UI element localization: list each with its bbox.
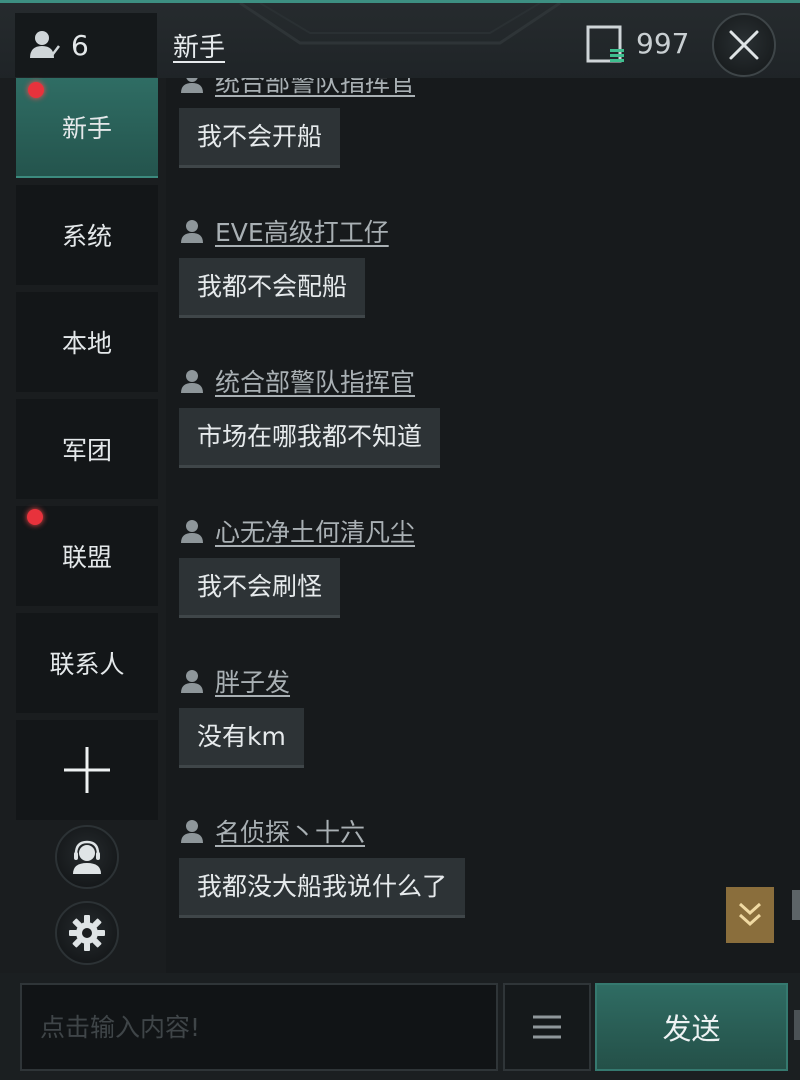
tab-newbie[interactable]: 新手 bbox=[16, 78, 158, 178]
message-bubble: 市场在哪我都不知道 bbox=[179, 408, 441, 468]
message-sender: 统合部警队指挥官 bbox=[179, 364, 440, 398]
chat-window: 6 新手 997 新手 系统 本地 军团 联盟 联系人 统合部警队指挥官 我不会… bbox=[0, 0, 800, 1080]
message-sender: 心无净土何清凡尘 bbox=[179, 514, 415, 548]
window-edge-handle bbox=[794, 1010, 800, 1040]
close-icon bbox=[729, 30, 759, 60]
sender-name[interactable]: 名侦探丶十六 bbox=[215, 813, 365, 849]
notification-dot bbox=[27, 509, 43, 525]
scroll-to-bottom-button[interactable] bbox=[726, 887, 774, 943]
quick-menu-button[interactable] bbox=[503, 983, 591, 1071]
channel-title: 新手 bbox=[173, 33, 226, 63]
add-channel-button[interactable] bbox=[16, 720, 158, 820]
tab-label: 联系人 bbox=[49, 650, 125, 679]
message-sender: 统合部警队指挥官 bbox=[179, 78, 415, 98]
chat-message: 统合部警队指挥官 我不会开船 bbox=[179, 78, 415, 168]
credit-icon bbox=[586, 25, 624, 63]
chat-message: 胖子发 没有km bbox=[179, 664, 304, 768]
chat-header: 6 新手 997 bbox=[0, 0, 800, 78]
double-chevron-down-icon bbox=[738, 902, 762, 927]
sender-name[interactable]: 统合部警队指挥官 bbox=[215, 78, 415, 99]
tab-label: 新手 bbox=[61, 114, 112, 143]
sender-name[interactable]: EVE高级打工仔 bbox=[215, 213, 389, 249]
input-bar: 发送 bbox=[0, 973, 800, 1080]
notification-dot bbox=[28, 82, 44, 98]
chat-message: 统合部警队指挥官 市场在哪我都不知道 bbox=[179, 364, 441, 468]
tab-corporation[interactable]: 军团 bbox=[16, 399, 158, 499]
send-label: 发送 bbox=[662, 1012, 721, 1046]
support-button[interactable] bbox=[55, 825, 119, 889]
user-icon bbox=[181, 820, 203, 843]
channel-sidebar: 新手 系统 本地 军团 联盟 联系人 bbox=[0, 78, 166, 973]
message-bubble: 我不会刷怪 bbox=[179, 558, 341, 618]
plus-icon bbox=[64, 747, 110, 793]
online-count: 6 bbox=[71, 28, 89, 62]
user-icon bbox=[181, 220, 203, 243]
menu-icon bbox=[533, 1015, 561, 1039]
headset-icon bbox=[73, 840, 101, 874]
tab-alliance[interactable]: 联盟 bbox=[16, 506, 158, 606]
close-button[interactable] bbox=[712, 13, 776, 77]
tab-label: 联盟 bbox=[61, 543, 112, 572]
chat-message: 名侦探丶十六 我都没大船我说什么了 bbox=[179, 814, 466, 918]
scrollbar-thumb[interactable] bbox=[792, 890, 800, 920]
settings-button[interactable] bbox=[55, 901, 119, 965]
message-bubble: 没有km bbox=[179, 708, 304, 768]
message-sender: 胖子发 bbox=[179, 664, 304, 698]
tab-local[interactable]: 本地 bbox=[16, 292, 158, 392]
send-button[interactable]: 发送 bbox=[595, 983, 788, 1071]
message-bubble: 我不会开船 bbox=[179, 108, 341, 168]
user-icon bbox=[181, 78, 203, 93]
sender-name[interactable]: 统合部警队指挥官 bbox=[215, 363, 415, 399]
sender-name[interactable]: 胖子发 bbox=[215, 663, 290, 699]
gear-icon bbox=[69, 915, 105, 951]
user-icon bbox=[30, 31, 60, 58]
tab-contacts[interactable]: 联系人 bbox=[16, 613, 158, 713]
online-users-indicator: 6 bbox=[15, 13, 157, 77]
message-list[interactable]: 统合部警队指挥官 我不会开船 EVE高级打工仔 我都不会配船 统合部警队指挥官 … bbox=[166, 78, 800, 973]
credit-value: 997 bbox=[636, 27, 690, 60]
message-sender: EVE高级打工仔 bbox=[179, 214, 389, 248]
tab-system[interactable]: 系统 bbox=[16, 185, 158, 285]
tab-label: 军团 bbox=[61, 436, 112, 465]
chat-message: 心无净土何清凡尘 我不会刷怪 bbox=[179, 514, 415, 618]
tab-label: 本地 bbox=[61, 329, 112, 358]
user-icon bbox=[181, 670, 203, 693]
user-icon bbox=[181, 370, 203, 393]
sender-name[interactable]: 心无净土何清凡尘 bbox=[215, 513, 415, 549]
message-bubble: 我都没大船我说什么了 bbox=[179, 858, 466, 918]
user-icon bbox=[181, 520, 203, 543]
chat-message: EVE高级打工仔 我都不会配船 bbox=[179, 214, 389, 318]
tab-label: 系统 bbox=[61, 222, 112, 251]
message-bubble: 我都不会配船 bbox=[179, 258, 366, 318]
message-sender: 名侦探丶十六 bbox=[179, 814, 465, 848]
chat-input[interactable] bbox=[20, 983, 498, 1071]
